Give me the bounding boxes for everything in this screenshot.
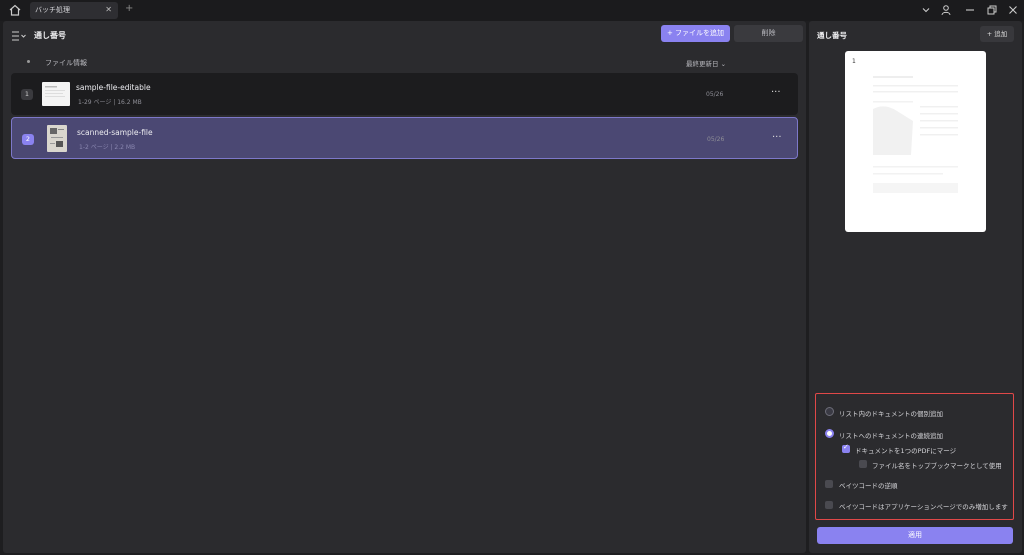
minimize-icon[interactable] xyxy=(964,4,976,16)
chevron-down-icon[interactable] xyxy=(920,4,932,16)
checkbox-bookmark[interactable] xyxy=(859,460,867,468)
menu-icon[interactable] xyxy=(11,30,27,42)
checkbox-reverse-order[interactable] xyxy=(825,480,833,488)
preview-page-number: 1 xyxy=(852,58,856,65)
bates-settings-panel: 通し番号 + 追加 1 リスト内のドキュメントの個別追加 リストへのドキュメント… xyxy=(809,21,1022,553)
tab-batch-processing[interactable]: バッチ処理 ✕ xyxy=(30,2,118,19)
checkbox-merge-pdf[interactable] xyxy=(842,443,850,453)
delete-button[interactable]: 削除 xyxy=(734,25,803,42)
checkbox-merge-pdf-label: ドキュメントを1つのPDFにマージ xyxy=(855,447,957,455)
list-item[interactable]: 1 sample-file-editable 1-29 ページ | 16.2 M… xyxy=(11,73,798,115)
checkbox-reverse-order-label: ベイツコードの逆順 xyxy=(839,482,898,490)
apply-button[interactable]: 適用 xyxy=(817,527,1013,544)
radio-continuous[interactable] xyxy=(825,429,834,438)
checkbox-bookmark-label: ファイル名をトップブックマークとして使用 xyxy=(872,462,1002,470)
numbering-options-group: リスト内のドキュメントの個別追加 リストへのドキュメントの連続追加 ドキュメント… xyxy=(815,393,1014,520)
radio-continuous-label: リストへのドキュメントの連続追加 xyxy=(839,432,943,440)
plus-icon: + xyxy=(666,29,673,37)
new-tab-button[interactable]: + xyxy=(125,3,133,14)
title-bar: バッチ処理 ✕ + xyxy=(0,0,1024,21)
column-header-last-modified[interactable]: 最終更新日 ⌄ xyxy=(686,58,726,68)
user-icon[interactable] xyxy=(940,4,952,16)
more-options-button[interactable]: ··· xyxy=(771,87,781,98)
page-preview: 1 xyxy=(845,51,986,232)
checkbox-app-pages-only-label: ベイツコードはアプリケーションページでのみ増加します xyxy=(839,503,1008,511)
row-number: 1 xyxy=(21,89,33,100)
select-all-indicator[interactable] xyxy=(27,60,30,63)
file-thumbnail xyxy=(47,125,67,152)
tab-label: バッチ処理 xyxy=(35,6,70,14)
list-item[interactable]: 2 scanned-sample-file 1-2 ページ | 2.2 MB 0… xyxy=(11,117,798,159)
add-file-button[interactable]: + ファイルを追加 xyxy=(661,25,730,42)
file-meta: 1-2 ページ | 2.2 MB xyxy=(79,144,136,151)
close-window-icon[interactable] xyxy=(1007,4,1019,16)
more-options-button[interactable]: ··· xyxy=(772,132,782,143)
page-title: 通し番号 xyxy=(34,31,66,40)
radio-individual-label: リスト内のドキュメントの個別追加 xyxy=(839,410,943,418)
file-name: sample-file-editable xyxy=(76,83,151,92)
file-thumbnail xyxy=(42,82,70,106)
preview-content xyxy=(873,76,958,193)
add-button[interactable]: + 追加 xyxy=(980,26,1014,42)
column-header-file-info: ファイル情報 xyxy=(45,59,87,67)
restore-icon[interactable] xyxy=(986,4,998,16)
file-name: scanned-sample-file xyxy=(77,128,153,137)
file-date: 05/26 xyxy=(707,136,725,143)
radio-individual[interactable] xyxy=(825,407,834,416)
add-file-label: ファイルを追加 xyxy=(675,29,725,37)
checkbox-app-pages-only[interactable] xyxy=(825,501,833,509)
home-icon[interactable] xyxy=(8,3,22,17)
file-list-panel: 通し番号 + ファイルを追加 削除 ファイル情報 最終更新日 ⌄ 1 sampl… xyxy=(3,21,806,553)
row-number: 2 xyxy=(22,134,34,145)
file-meta: 1-29 ページ | 16.2 MB xyxy=(78,99,142,106)
file-date: 05/26 xyxy=(706,91,724,98)
panel-title: 通し番号 xyxy=(817,31,847,40)
close-tab-icon[interactable]: ✕ xyxy=(105,5,112,14)
